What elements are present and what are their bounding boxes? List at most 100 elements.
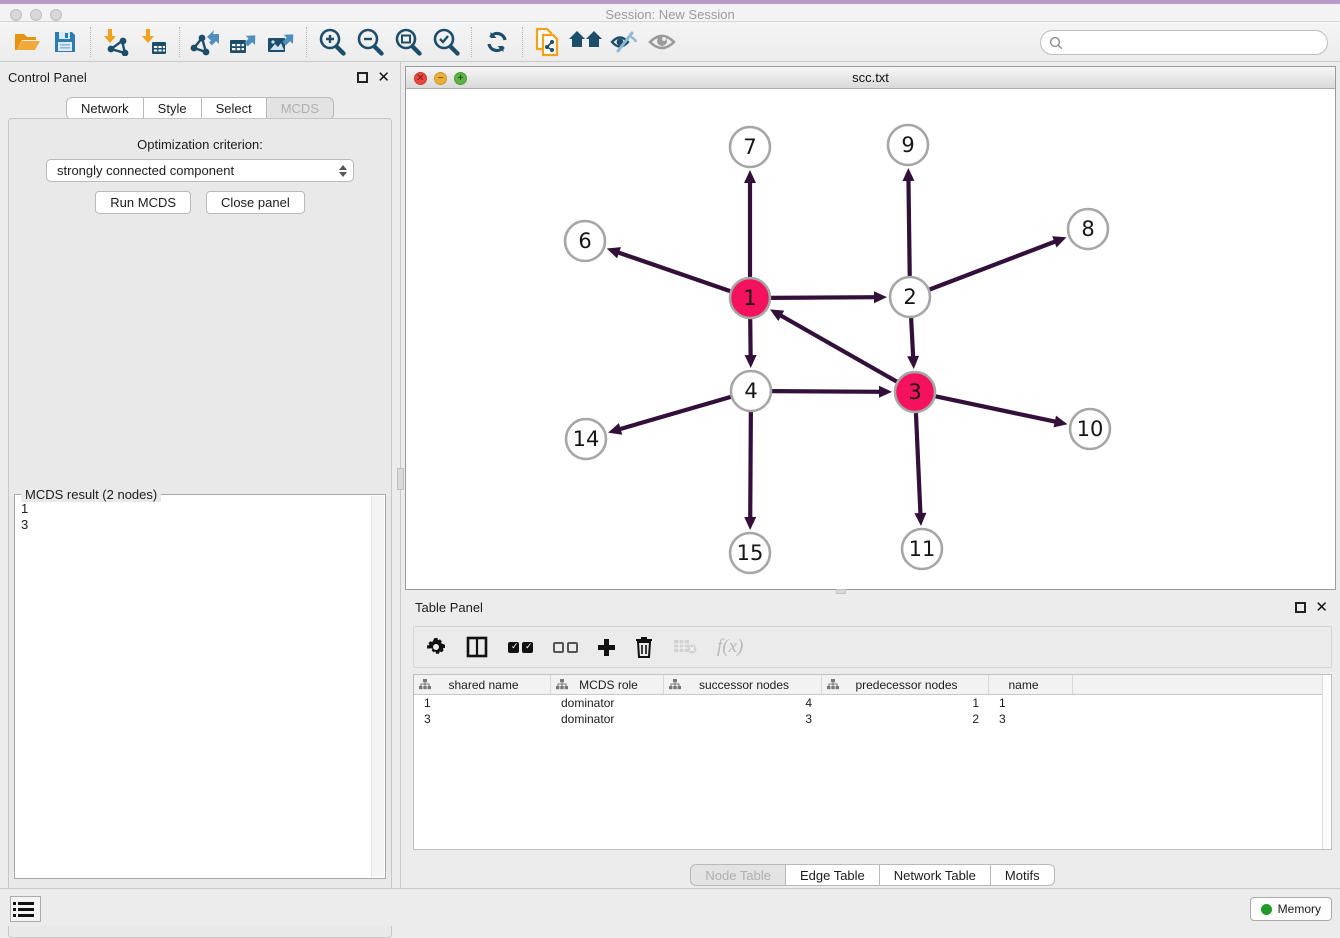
cell-successor-nodes: 3 — [664, 712, 822, 726]
control-panel-tabs: NetworkStyleSelectMCDS — [0, 97, 400, 120]
graph-edge-4-15[interactable] — [744, 412, 756, 530]
column-header-name[interactable]: name — [989, 675, 1073, 694]
criterion-select[interactable]: strongly connected component — [46, 159, 354, 182]
table-scrollbar[interactable] — [1322, 675, 1331, 849]
run-mcds-button[interactable]: Run MCDS — [95, 191, 191, 214]
hide-selected-eye-icon[interactable] — [607, 26, 641, 58]
graph-node-15[interactable]: 15 — [730, 533, 770, 573]
float-panel-icon[interactable] — [357, 72, 368, 83]
zoom-out-icon[interactable] — [353, 26, 387, 58]
graph-node-14[interactable]: 14 — [566, 419, 606, 459]
graph-node-1[interactable]: 1 — [730, 278, 770, 318]
vertical-splitter-grip[interactable] — [397, 468, 404, 490]
graph-edge-4-3[interactable] — [772, 386, 892, 398]
table-panel: Table Panel ✕ f(x) shared nameMCDS roles… — [405, 595, 1340, 886]
svg-text:7: 7 — [743, 135, 756, 159]
select-all-columns-icon[interactable] — [508, 634, 533, 660]
table-settings-gear-icon[interactable] — [426, 634, 446, 660]
graph-edge-1-7[interactable] — [744, 170, 756, 277]
column-header-label: name — [989, 678, 1072, 692]
graph-edge-2-8[interactable] — [930, 236, 1067, 289]
close-table-panel-icon[interactable]: ✕ — [1315, 600, 1328, 615]
column-header-predecessor-nodes[interactable]: predecessor nodes — [822, 675, 989, 694]
column-header-MCDS-role[interactable]: MCDS role — [551, 675, 664, 694]
network-view-window: ✕ − + scc.txt 7 9 6 8 1 2 4 3 14 10 15 11 — [405, 66, 1336, 590]
mcds-result-scrollbar[interactable] — [371, 496, 384, 877]
zoom-fit-icon[interactable] — [391, 26, 425, 58]
column-header-label: shared name — [431, 678, 550, 692]
export-image-icon[interactable] — [264, 26, 298, 58]
cell-successor-nodes: 4 — [664, 696, 822, 710]
duplicate-network-icon[interactable] — [531, 26, 565, 58]
graph-node-2[interactable]: 2 — [890, 277, 930, 317]
tab-select[interactable]: Select — [202, 97, 267, 120]
toolbar-separator — [90, 27, 91, 57]
table-panel-header: Table Panel ✕ — [415, 600, 1328, 618]
float-table-panel-icon[interactable] — [1295, 602, 1306, 613]
column-header-label: predecessor nodes — [839, 678, 988, 692]
tab-motifs[interactable]: Motifs — [991, 864, 1055, 886]
column-header-shared-name[interactable]: shared name — [414, 675, 551, 694]
graph-node-3[interactable]: 3 — [895, 372, 935, 412]
deselect-all-columns-icon[interactable] — [553, 634, 578, 660]
cell-MCDS-role: dominator — [551, 712, 664, 726]
refresh-icon[interactable] — [480, 26, 514, 58]
column-header-successor-nodes[interactable]: successor nodes — [664, 675, 822, 694]
graph-edge-1-4[interactable] — [745, 319, 757, 368]
list-icon — [18, 902, 34, 917]
show-columns-icon[interactable] — [466, 634, 488, 660]
tab-node-table[interactable]: Node Table — [690, 864, 786, 886]
ui-settings-list-button[interactable] — [10, 896, 41, 922]
close-panel-button[interactable]: Close panel — [206, 191, 305, 214]
memory-button[interactable]: Memory — [1250, 897, 1332, 921]
graph-node-11[interactable]: 11 — [902, 529, 942, 569]
zoom-selected-icon[interactable] — [429, 26, 463, 58]
export-network-icon[interactable] — [188, 26, 222, 58]
tab-style[interactable]: Style — [144, 97, 202, 120]
graph-node-9[interactable]: 9 — [888, 125, 928, 165]
tab-network[interactable]: Network — [66, 97, 144, 120]
import-table-icon[interactable] — [137, 26, 171, 58]
graph-node-8[interactable]: 8 — [1068, 209, 1108, 249]
graph-edge-4-14[interactable] — [608, 397, 731, 435]
graph-edge-3-10[interactable] — [936, 396, 1068, 427]
graph-edge-1-6[interactable] — [607, 247, 730, 291]
table-row[interactable]: 1dominator411 — [414, 695, 1331, 711]
toolbar-separator — [306, 27, 307, 57]
search-icon — [1049, 36, 1063, 50]
graph-edge-1-2[interactable] — [771, 291, 887, 303]
export-table-icon[interactable] — [226, 26, 260, 58]
import-network-icon[interactable] — [99, 26, 133, 58]
svg-text:1: 1 — [743, 286, 756, 310]
network-window-titlebar[interactable]: ✕ − + scc.txt — [406, 67, 1335, 89]
graph-edge-2-9[interactable] — [902, 168, 914, 276]
column-tree-icon — [669, 679, 681, 690]
open-session-icon[interactable] — [10, 26, 44, 58]
network-canvas[interactable]: 7 9 6 8 1 2 4 3 14 10 15 11 — [406, 89, 1335, 589]
mcds-result-box: MCDS result (2 nodes) 1 3 — [14, 494, 386, 879]
cell-shared-name: 1 — [414, 696, 551, 710]
table-row[interactable]: 3dominator323 — [414, 711, 1331, 727]
home-views-icon[interactable] — [569, 26, 603, 58]
cell-MCDS-role: dominator — [551, 696, 664, 710]
graph-edge-3-11[interactable] — [914, 413, 926, 526]
graph-node-10[interactable]: 10 — [1070, 409, 1110, 449]
tab-edge-table[interactable]: Edge Table — [786, 864, 880, 886]
graph-node-6[interactable]: 6 — [565, 221, 605, 261]
horizontal-splitter-grip[interactable] — [836, 589, 846, 594]
tab-mcds[interactable]: MCDS — [267, 97, 334, 120]
graph-edge-3-1[interactable] — [770, 309, 897, 381]
show-all-eye-icon[interactable] — [645, 26, 679, 58]
search-input[interactable] — [1068, 36, 1319, 50]
search-box[interactable] — [1040, 30, 1328, 55]
add-column-icon[interactable] — [598, 634, 615, 660]
zoom-in-icon[interactable] — [315, 26, 349, 58]
tab-network-table[interactable]: Network Table — [880, 864, 991, 886]
graph-node-7[interactable]: 7 — [730, 127, 770, 167]
save-session-icon[interactable] — [48, 26, 82, 58]
close-panel-icon[interactable]: ✕ — [377, 70, 390, 85]
delete-table-icon — [673, 634, 697, 660]
graph-node-4[interactable]: 4 — [731, 371, 771, 411]
graph-edge-2-3[interactable] — [907, 318, 919, 369]
delete-column-trash-icon[interactable] — [635, 634, 653, 660]
